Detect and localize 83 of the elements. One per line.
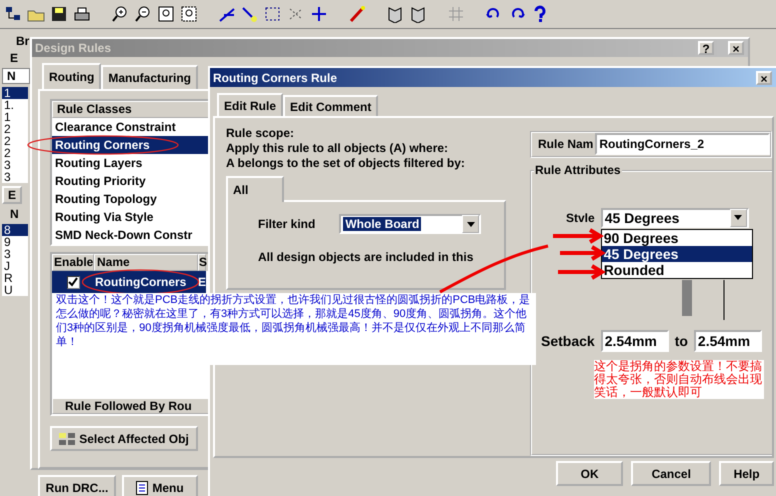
field-label: Filter kind xyxy=(258,217,316,231)
checkbox[interactable] xyxy=(66,276,80,288)
menu-icon xyxy=(136,480,148,494)
table-cell: RoutingCorners xyxy=(94,271,198,293)
window-title: Routing Corners Rule xyxy=(213,70,338,84)
cancel-button[interactable]: Cancel xyxy=(631,461,712,486)
panel-list-item[interactable]: 2 xyxy=(2,147,28,159)
dropdown-option[interactable]: 45 Degrees xyxy=(602,246,752,262)
field-label: to xyxy=(674,332,688,349)
setback-field[interactable]: 2.54mm xyxy=(600,330,669,352)
save-icon[interactable] xyxy=(50,5,68,23)
help-button[interactable]: Help xyxy=(719,461,774,486)
panel-list-item[interactable]: 2 xyxy=(2,135,28,147)
panel-list-item[interactable]: 3 xyxy=(2,159,28,171)
list-item[interactable]: SMD Neck-Down Constr xyxy=(52,226,210,244)
rule-name-field[interactable]: RoutingCorners_2 xyxy=(595,133,770,156)
setback-field[interactable]: 2.54mm xyxy=(694,330,762,352)
table-footer: Rule Followed By Rou xyxy=(52,398,210,414)
group-label: N xyxy=(10,207,19,221)
tab[interactable]: Manufacturing xyxy=(101,65,198,89)
annotation-note: 这个是拐角的参数设置！不要搞得太夸张，否则自动布线会出现笑话，一般默认即可 xyxy=(594,360,764,399)
filter-description: All design objects are included in this xyxy=(258,250,474,264)
filter-dropdown[interactable]: Whole Board xyxy=(339,214,482,234)
panel-list-item[interactable]: 9 xyxy=(2,236,28,248)
run-drc-button[interactable]: Run DRC... xyxy=(38,475,116,496)
probe-icon[interactable] xyxy=(241,5,259,23)
zoom-fit-icon[interactable] xyxy=(157,5,175,23)
group-label: E xyxy=(10,51,18,65)
panel-list-item[interactable]: 2 xyxy=(2,123,28,135)
list-item[interactable]: Clearance Constraint xyxy=(52,118,210,136)
field-label: Stvle xyxy=(566,210,595,225)
list-item[interactable]: Routing Priority xyxy=(52,172,210,190)
close-button[interactable]: × xyxy=(756,70,772,84)
ok-button[interactable]: OK xyxy=(556,461,624,486)
title-button[interactable]: × xyxy=(728,41,744,55)
menu-button[interactable]: Menu xyxy=(122,475,198,496)
select-rect-icon[interactable] xyxy=(264,5,282,23)
panel-list-item[interactable]: J xyxy=(2,260,28,272)
list-item[interactable]: Routing Topology xyxy=(52,190,210,208)
scope-text: Rule scope: xyxy=(226,126,296,141)
dropdown-option[interactable]: 90 Degrees xyxy=(602,230,752,246)
annotation-arrow xyxy=(551,228,604,244)
dropdown-option[interactable]: Rounded xyxy=(602,262,752,278)
table-row[interactable]: RoutingCorners E xyxy=(52,271,210,293)
tab[interactable]: Edit Comment xyxy=(283,95,378,116)
scope-text: Apply this rule to all objects (A) where: xyxy=(226,141,450,156)
panel-list-item[interactable]: 3 xyxy=(2,248,28,260)
move-icon[interactable] xyxy=(310,5,328,23)
zoom-in-icon[interactable] xyxy=(111,5,129,23)
select-button[interactable]: Select Affected Obj xyxy=(50,426,198,451)
zoom-out-icon[interactable] xyxy=(134,5,152,23)
field-label: Setback xyxy=(541,332,595,349)
zoom-area-icon[interactable] xyxy=(180,5,198,23)
field-label: Rule Nam xyxy=(538,137,594,152)
panel-title: Br xyxy=(16,34,30,48)
list-item[interactable]: Routing Layers xyxy=(52,154,210,172)
annotation-arrow xyxy=(556,264,606,280)
window-title: Design Rules xyxy=(35,41,112,55)
group-title: Rule Attributes xyxy=(534,162,622,177)
style-dropdown[interactable]: 45 Degrees xyxy=(600,208,749,228)
column-header: Enable xyxy=(52,254,94,271)
panel-list-item[interactable]: 1 xyxy=(2,111,28,123)
annotation-arrow xyxy=(558,245,606,261)
panel-button[interactable]: E xyxy=(2,186,22,204)
layout-icon[interactable] xyxy=(4,5,22,23)
select-objects-icon xyxy=(59,432,76,446)
panel-field[interactable]: N xyxy=(2,68,30,84)
column-header: Rule Classes xyxy=(52,101,210,118)
wand-icon[interactable] xyxy=(348,5,366,23)
panel-list-item[interactable]: 3 xyxy=(2,171,28,183)
list-item[interactable]: Routing Via Style xyxy=(52,208,210,226)
panel-list-item[interactable]: 8 xyxy=(2,224,28,236)
panel-list-item[interactable]: 1 xyxy=(2,87,28,99)
title-button[interactable]: ? xyxy=(698,41,714,55)
panel-list-item[interactable]: 1. xyxy=(2,99,28,111)
panel-list-item[interactable]: U xyxy=(2,284,28,296)
scope-text: A belongs to the set of objects filtered by: xyxy=(226,156,466,171)
printer-icon[interactable] xyxy=(73,5,91,23)
panel-list-item[interactable]: R xyxy=(2,272,28,284)
tab[interactable]: Routing xyxy=(42,63,102,89)
tab[interactable]: All xyxy=(226,176,284,202)
tab[interactable]: Edit Rule xyxy=(217,93,284,116)
table-cell: E xyxy=(198,271,206,293)
